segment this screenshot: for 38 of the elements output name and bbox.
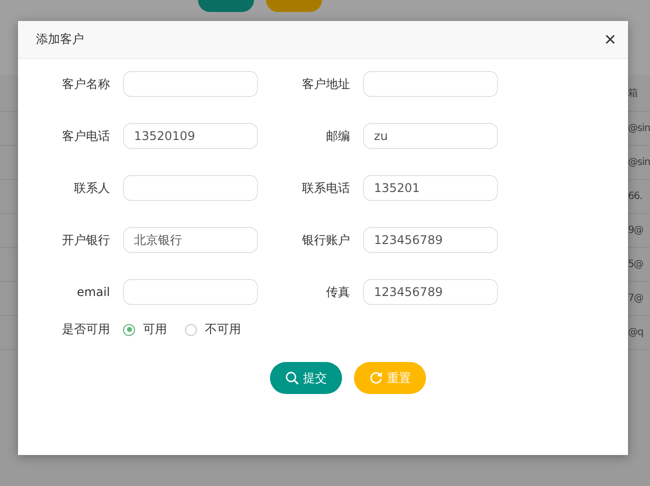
dialog-title: 添加客户 (36, 31, 84, 48)
field-label: 银行账户 (301, 232, 351, 248)
input-field[interactable]: 北京银行 (123, 227, 258, 253)
field-label: 是否可用 (61, 321, 111, 338)
input-field[interactable]: zu (363, 123, 498, 149)
search-icon (285, 371, 299, 385)
radio-label: 不可用 (205, 321, 241, 338)
field-label: 联系电话 (301, 180, 351, 196)
field-label: 开户银行 (61, 232, 111, 248)
table-cell: @sin (628, 123, 650, 134)
table-cell-text: 5@ (628, 259, 644, 270)
input-field[interactable]: 13520109 (123, 123, 258, 149)
input-field[interactable] (123, 279, 258, 305)
field-label: 客户地址 (301, 76, 351, 92)
input-field[interactable] (123, 175, 258, 201)
table-cell: @sin (628, 157, 650, 168)
column-header: 箱 (628, 87, 638, 100)
field-label: email (76, 285, 111, 299)
radio-option[interactable]: 可用 (123, 321, 167, 338)
radio-label: 可用 (143, 321, 167, 338)
input-field[interactable]: 123456789 (363, 227, 498, 253)
table-cell-text: @q (628, 327, 644, 338)
input-field[interactable] (363, 71, 498, 97)
close-button[interactable]: × (604, 30, 616, 50)
table-cell-text: 66. (628, 191, 644, 202)
field-label: 客户电话 (61, 128, 111, 144)
field-label: 邮编 (325, 128, 351, 144)
refresh-icon (369, 371, 383, 385)
input-field[interactable] (123, 71, 258, 97)
field-label: 联系人 (73, 180, 111, 196)
table-cell-text: 7@ (628, 293, 644, 304)
field-label: 客户名称 (61, 76, 111, 92)
field-label: 传真 (325, 284, 351, 300)
input-field[interactable]: 135201 (363, 175, 498, 201)
input-field[interactable]: 123456789 (363, 279, 498, 305)
radio-option[interactable]: 不可用 (185, 321, 241, 338)
submit-button[interactable]: 提交 (270, 362, 342, 394)
table-cell-text: 9@ (628, 225, 644, 236)
